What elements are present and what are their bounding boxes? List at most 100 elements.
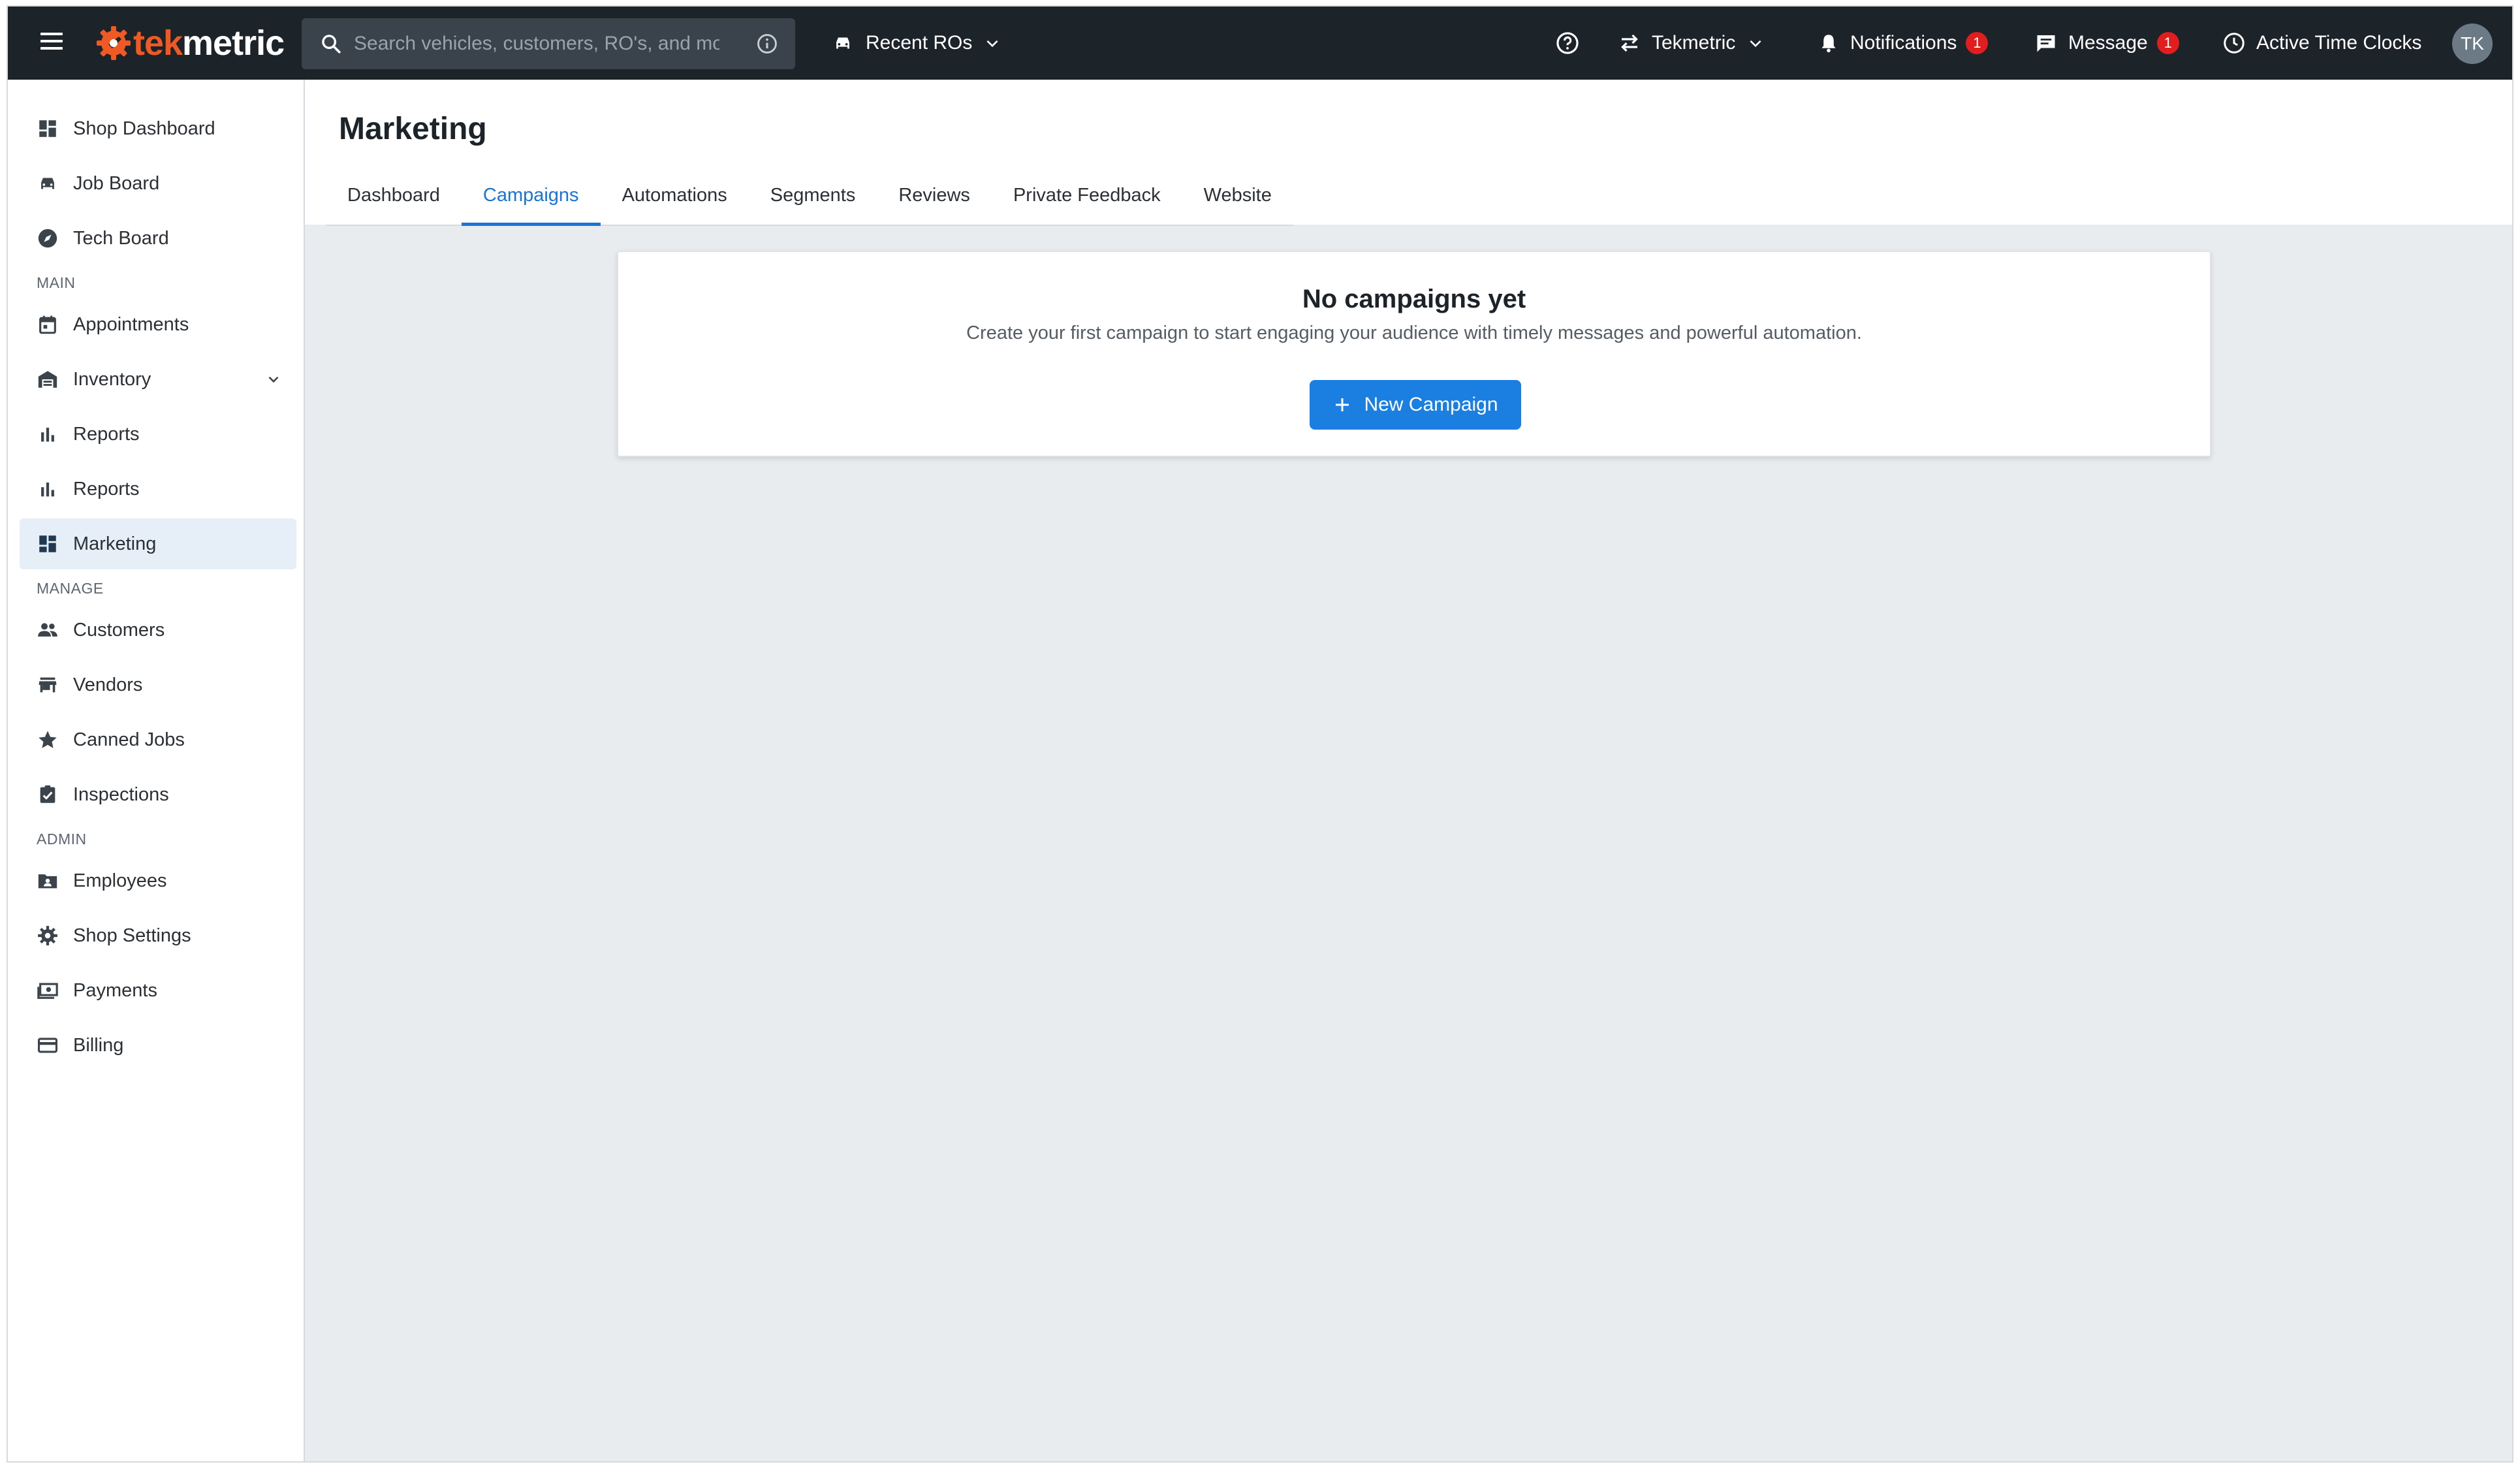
- chevron-down-icon: [1750, 40, 1761, 48]
- messages-label: Message: [2068, 32, 2148, 54]
- compass-icon: [38, 229, 57, 248]
- sidebar-item-label: Marketing: [73, 533, 157, 554]
- help-button[interactable]: [1555, 7, 1580, 80]
- tab-reviews[interactable]: Reviews: [877, 167, 992, 225]
- logo[interactable]: tekmetric: [95, 24, 285, 63]
- sidebar-item-label: Reports: [73, 424, 140, 445]
- notifications-count-badge: 1: [1966, 32, 1989, 54]
- swap-icon: [1621, 34, 1638, 52]
- section-label-admin: ADMIN: [37, 831, 87, 847]
- message-icon: [2037, 35, 2055, 52]
- sidebar-item-reports[interactable]: Reports: [20, 409, 296, 460]
- main-content: Marketing Dashboard Campaigns Automation…: [305, 80, 2512, 1461]
- sidebar-item-tech-board[interactable]: Tech Board: [20, 213, 296, 264]
- active-time-clocks-button[interactable]: Active Time Clocks: [2222, 7, 2421, 80]
- new-campaign-label: New Campaign: [1364, 394, 1498, 415]
- sidebar-item-vendors[interactable]: Vendors: [20, 659, 296, 710]
- search-input[interactable]: Search vehicles, customers, RO's, and mo…: [354, 30, 719, 57]
- dashboard-icon: [39, 535, 56, 552]
- sidebar-item-label: Vendors: [73, 674, 143, 695]
- plus-icon: [1336, 398, 1349, 411]
- section-label-main: MAIN: [37, 274, 76, 291]
- warehouse-icon: [38, 371, 57, 388]
- help-icon: [1556, 32, 1579, 54]
- global-search[interactable]: Search vehicles, customers, RO's, and mo…: [302, 18, 795, 69]
- money-icon: [37, 983, 58, 999]
- bell-icon: [1821, 35, 1836, 53]
- dashboard-icon: [39, 120, 56, 137]
- sidebar-item-reports-2[interactable]: Reports: [20, 464, 296, 515]
- sidebar-item-job-board[interactable]: Job Board: [20, 158, 296, 209]
- sidebar-item-label: Billing: [73, 1035, 124, 1056]
- sidebar-item-label: Appointments: [73, 314, 189, 335]
- sidebar-item-label: Payments: [73, 980, 157, 1001]
- tab-campaigns[interactable]: Campaigns: [461, 167, 601, 226]
- people-icon: [38, 623, 57, 637]
- sidebar-item-label: Customers: [73, 620, 165, 641]
- app-window: tekmetric Search vehicles, customers, RO…: [7, 5, 2513, 1463]
- sidebar-item-payments[interactable]: Payments: [20, 965, 296, 1016]
- messages-button[interactable]: Message 1: [2034, 7, 2179, 80]
- tab-automations[interactable]: Automations: [601, 167, 749, 225]
- store-icon: [39, 677, 57, 693]
- clock-icon: [2224, 33, 2244, 54]
- sidebar-item-label: Employees: [73, 870, 167, 891]
- car-icon: [836, 37, 849, 49]
- bar-chart-icon: [41, 483, 54, 497]
- sidebar-item-label: Tech Board: [73, 228, 169, 249]
- sidebar-item-canned-jobs[interactable]: Canned Jobs: [20, 714, 296, 765]
- search-icon: [322, 35, 341, 54]
- messages-count-badge: 1: [2156, 32, 2179, 54]
- notifications-button[interactable]: Notifications 1: [1818, 7, 1989, 80]
- sidebar-item-billing[interactable]: Billing: [20, 1020, 296, 1071]
- page-header: Marketing Dashboard Campaigns Automation…: [305, 80, 2512, 226]
- page-title: Marketing: [339, 112, 487, 146]
- notifications-label: Notifications: [1850, 32, 1957, 54]
- recent-ros-dropdown[interactable]: Recent ROs: [832, 7, 1001, 80]
- sidebar-item-inventory[interactable]: Inventory: [20, 354, 296, 405]
- avatar[interactable]: TK: [2452, 24, 2493, 64]
- tab-bar: Dashboard Campaigns Automations Segments…: [326, 167, 1293, 226]
- gear-logo-icon: [97, 26, 131, 60]
- new-campaign-button[interactable]: New Campaign: [1310, 380, 1521, 430]
- contact-folder-icon: [38, 874, 57, 889]
- clipboard-check-icon: [40, 785, 55, 803]
- sidebar-item-label: Reports: [73, 479, 140, 499]
- info-icon[interactable]: [756, 33, 778, 55]
- sidebar-item-label: Shop Settings: [73, 925, 191, 946]
- sidebar-item-shop-settings[interactable]: Shop Settings: [20, 910, 296, 961]
- sidebar-item-label: Canned Jobs: [73, 729, 185, 750]
- bar-chart-icon: [41, 428, 54, 442]
- recent-ros-label: Recent ROs: [866, 32, 973, 54]
- sidebar-item-shop-dashboard[interactable]: Shop Dashboard: [20, 103, 296, 154]
- logo-text-metric: metric: [182, 24, 285, 63]
- sidebar-item-label: Inventory: [73, 369, 151, 390]
- chevron-down-icon[interactable]: [265, 371, 282, 388]
- sidebar-item-customers[interactable]: Customers: [20, 605, 296, 656]
- sidebar-item-appointments[interactable]: Appointments: [20, 299, 296, 350]
- tab-website[interactable]: Website: [1182, 167, 1293, 225]
- gear-icon: [38, 926, 57, 945]
- sidebar-item-marketing[interactable]: Marketing: [20, 518, 296, 569]
- shop-switcher-label: Tekmetric: [1652, 32, 1736, 54]
- calendar-icon: [39, 315, 56, 334]
- menu-icon[interactable]: [40, 33, 63, 52]
- tab-segments[interactable]: Segments: [749, 167, 877, 225]
- star-icon: [39, 731, 57, 748]
- sidebar-item-inspections[interactable]: Inspections: [20, 769, 296, 820]
- empty-state-description: Create your first campaign to start enga…: [966, 323, 1862, 343]
- tab-dashboard[interactable]: Dashboard: [326, 167, 462, 225]
- sidebar-item-label: Shop Dashboard: [73, 118, 215, 139]
- sidebar-item-employees[interactable]: Employees: [20, 855, 296, 906]
- active-time-clocks-label: Active Time Clocks: [2256, 32, 2422, 54]
- sidebar: Shop Dashboard Job Board Tech Board MAIN…: [8, 80, 305, 1461]
- logo-text-tek: tek: [133, 24, 183, 63]
- car-icon: [41, 178, 54, 189]
- top-bar: tekmetric Search vehicles, customers, RO…: [8, 7, 2512, 80]
- credit-card-icon: [37, 1037, 58, 1053]
- shop-switcher[interactable]: Tekmetric: [1618, 7, 1764, 80]
- section-label-manage: MANAGE: [37, 580, 104, 597]
- sidebar-item-label: Inspections: [73, 784, 169, 805]
- empty-state-title: No campaigns yet: [1302, 285, 1526, 313]
- tab-private-feedback[interactable]: Private Feedback: [992, 167, 1182, 225]
